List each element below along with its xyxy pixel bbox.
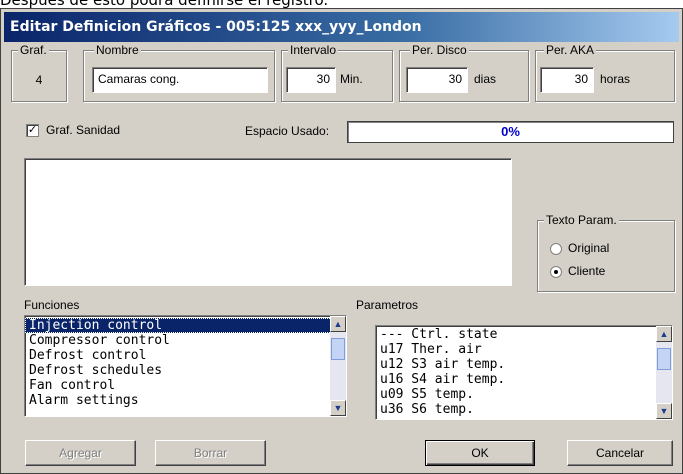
parametros-item[interactable]: u09 S5 temp. (376, 387, 672, 402)
per-disco-input[interactable]: 30 (406, 67, 468, 93)
parametros-label: Parametros (356, 298, 419, 312)
texto-param-label: Texto Param. (544, 213, 619, 227)
funciones-label: Funciones (24, 298, 80, 312)
nombre-label: Nombre (94, 43, 141, 57)
funciones-item[interactable]: Alarm settings (25, 393, 346, 408)
texto-param-group: Texto Param. Original Cliente (537, 213, 675, 292)
parametros-scrollbar[interactable]: ▲ ▼ (656, 326, 672, 419)
funciones-item[interactable]: Defrost control (25, 348, 346, 363)
per-aka-label: Per. AKA (544, 43, 597, 57)
parametros-item[interactable]: u12 S3 air temp. (376, 357, 672, 372)
ok-button[interactable]: OK (425, 440, 535, 466)
parametros-listbox[interactable]: --- Ctrl. state u17 Ther. air u12 S3 air… (375, 325, 673, 420)
parametros-item[interactable]: --- Ctrl. state (376, 327, 672, 342)
intervalo-group: Intervalo 30 Min. (281, 43, 393, 102)
scroll-thumb[interactable] (331, 338, 345, 360)
radio-cliente[interactable] (550, 266, 562, 278)
funciones-item[interactable]: Defrost schedules (25, 363, 346, 378)
scroll-up-icon[interactable]: ▲ (656, 326, 672, 342)
graf-sanidad-checkbox[interactable]: ✓ (26, 124, 39, 137)
espacio-usado-progress: 0% (347, 121, 674, 143)
radio-original[interactable] (550, 243, 562, 255)
scroll-down-icon[interactable]: ▼ (656, 403, 672, 419)
per-disco-group: Per. Disco 30 dias (399, 43, 529, 102)
scroll-up-icon[interactable]: ▲ (330, 316, 346, 332)
funciones-scrollbar[interactable]: ▲ ▼ (330, 316, 346, 416)
per-aka-group: Per. AKA 30 horas (535, 43, 675, 102)
parametros-item[interactable]: u16 S4 air temp. (376, 372, 672, 387)
graf-label: Graf. (18, 43, 49, 57)
per-disco-unit: dias (474, 72, 497, 86)
espacio-usado-label: Espacio Usado: (245, 124, 330, 138)
parametros-item[interactable]: u17 Ther. air (376, 342, 672, 357)
radio-cliente-label: Cliente (568, 264, 606, 278)
funciones-item[interactable]: Fan control (25, 378, 346, 393)
per-disco-label: Per. Disco (410, 43, 469, 57)
nombre-group: Nombre Camaras cong. (83, 43, 275, 102)
intervalo-label: Intervalo (288, 43, 339, 57)
description-textarea[interactable] (24, 158, 512, 286)
per-aka-unit: horas (600, 72, 631, 86)
funciones-item[interactable]: Injection control (25, 318, 346, 333)
nombre-input[interactable]: Camaras cong. (92, 67, 268, 93)
radio-original-label: Original (568, 241, 610, 255)
per-aka-input[interactable]: 30 (540, 67, 594, 93)
graf-value: 4 (35, 73, 43, 87)
window-title: Editar Definicion Gráficos - 005:125 xxx… (4, 12, 679, 42)
intervalo-unit: Min. (340, 72, 363, 86)
borrar-button[interactable]: Borrar (155, 440, 266, 466)
edit-graph-definition-dialog: Editar Definicion Gráficos - 005:125 xxx… (0, 8, 683, 474)
graf-group: Graf. 4 (11, 43, 67, 102)
parametros-item[interactable]: u36 S6 temp. (376, 402, 672, 417)
scroll-thumb[interactable] (657, 348, 671, 370)
funciones-item[interactable]: Compressor control (25, 333, 346, 348)
graf-sanidad-label: Graf. Sanidad (46, 123, 121, 137)
scroll-down-icon[interactable]: ▼ (330, 400, 346, 416)
cancelar-button[interactable]: Cancelar (567, 440, 673, 466)
intervalo-input[interactable]: 30 (286, 67, 336, 93)
funciones-listbox[interactable]: Injection control Compressor control Def… (24, 315, 347, 417)
agregar-button[interactable]: Agregar (25, 440, 136, 466)
